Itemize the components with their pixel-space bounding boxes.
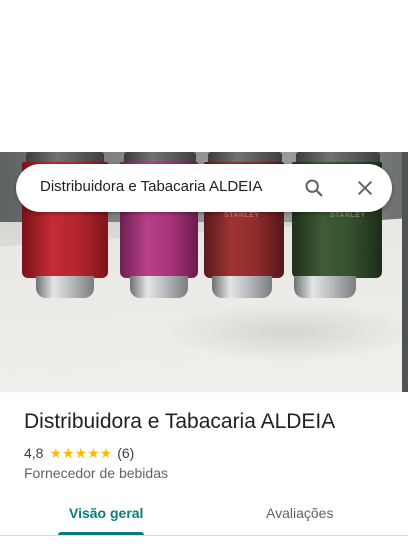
tab-overview[interactable]: Visão geral	[69, 505, 143, 521]
rating-value: 4,8	[24, 445, 44, 461]
photo-shadow	[160, 302, 408, 362]
tab-reviews[interactable]: Avaliações	[266, 505, 333, 521]
rating-row[interactable]: 4,8 ★★★★★ (6)	[24, 444, 134, 462]
review-count[interactable]: (6)	[117, 445, 134, 461]
photo-edge	[402, 152, 408, 392]
search-icon	[305, 179, 323, 197]
place-category[interactable]: Fornecedor de bebidas	[24, 465, 168, 481]
search-button[interactable]	[300, 174, 328, 202]
search-query[interactable]: Distribuidora e Tabacaria ALDEIA	[40, 178, 262, 195]
search-bar[interactable]: Distribuidora e Tabacaria ALDEIA	[16, 164, 392, 212]
place-title: Distribuidora e Tabacaria ALDEIA	[24, 410, 336, 433]
tabs-divider	[0, 535, 408, 536]
clear-search-button[interactable]	[351, 174, 379, 202]
close-icon	[358, 181, 372, 195]
cup-brand-label: STANLEY	[224, 212, 260, 219]
cup-brand-label: STANLEY	[330, 212, 366, 219]
rating-stars: ★★★★★	[49, 444, 113, 461]
